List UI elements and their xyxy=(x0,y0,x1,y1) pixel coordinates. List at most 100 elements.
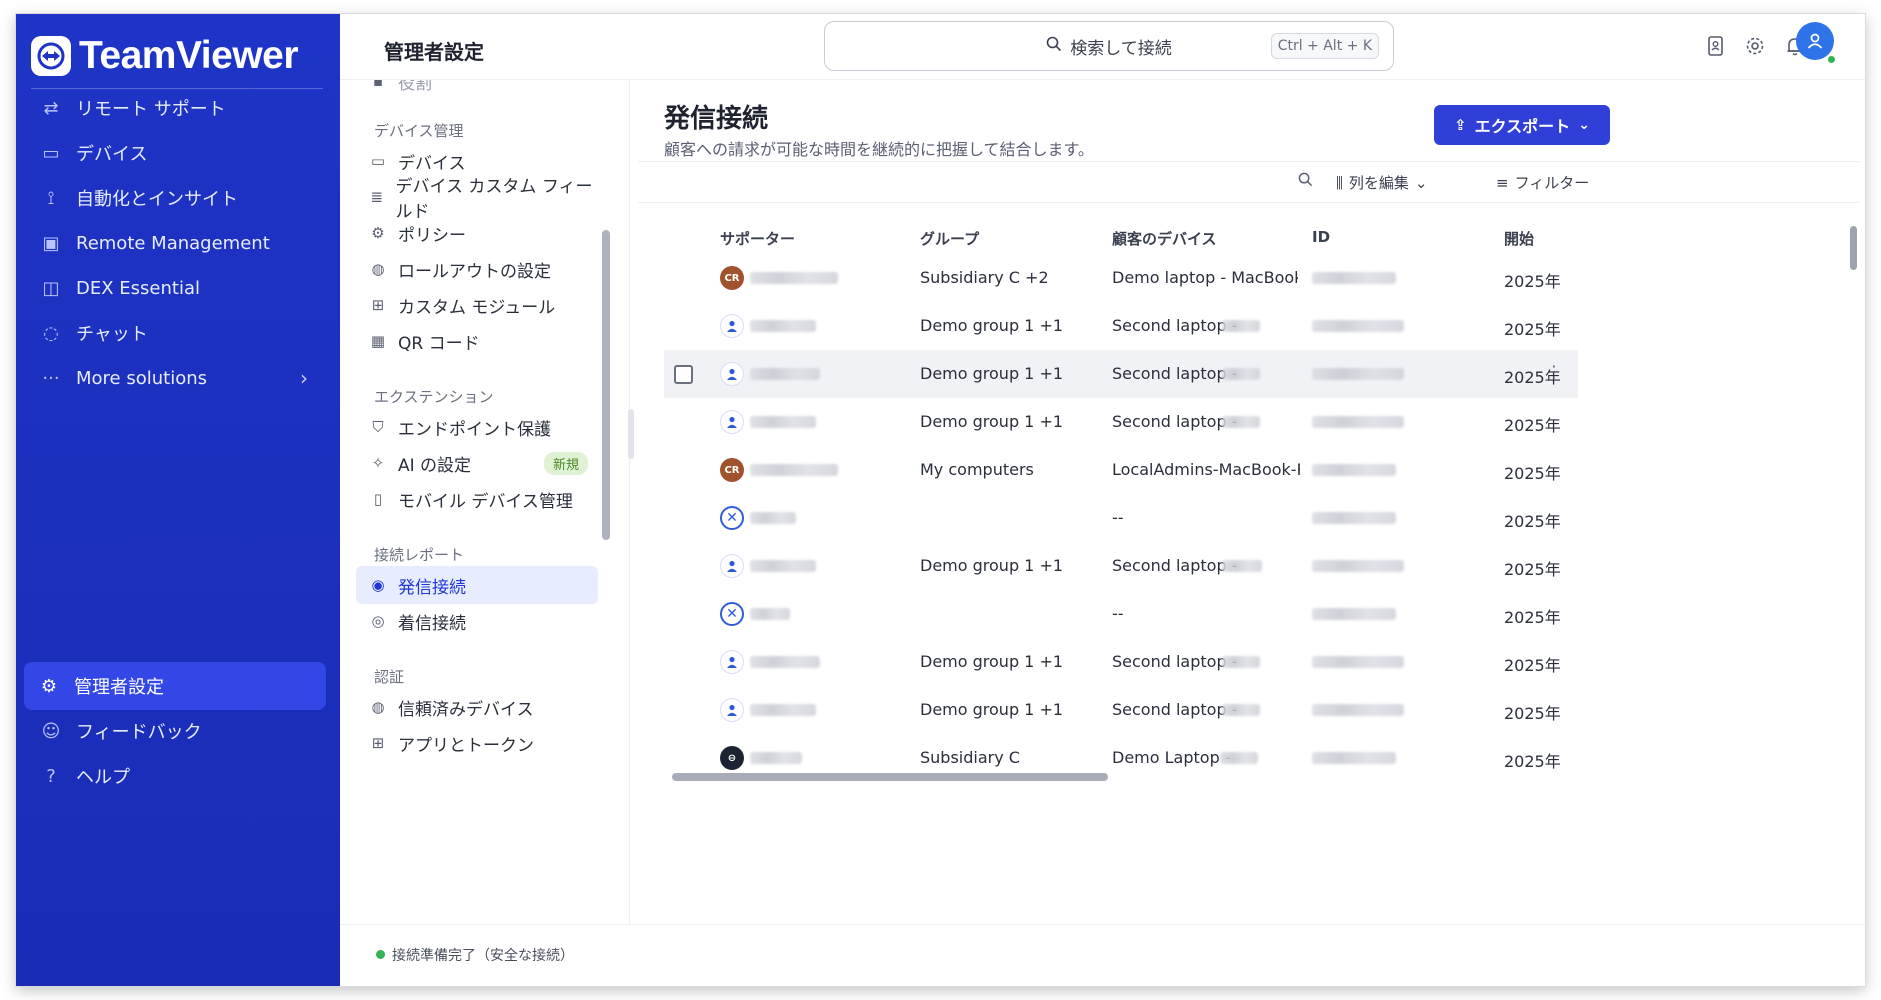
app-window: TeamViewer ⇄ リモート サポート ▭ デバイス ⟟ 自動化とインサイ… xyxy=(16,14,1865,986)
teamviewer-logo-icon xyxy=(31,36,71,76)
submenu-item-mdm[interactable]: ▯ モバイル デバイス管理 xyxy=(356,480,598,518)
start-cell: 2025年 xyxy=(1504,656,1561,675)
group-cell: Demo group 1 +1 xyxy=(920,652,1064,671)
search-input[interactable]: 検索して接続 Ctrl + Alt + K xyxy=(824,21,1394,71)
automation-icon: ⟟ xyxy=(47,187,55,209)
nav-admin-settings[interactable]: ⚙ 管理者設定 xyxy=(24,662,326,710)
divider xyxy=(638,202,1860,203)
redacted-id xyxy=(1312,560,1404,572)
table-row[interactable]: CR Subsidiary C +2 Demo laptop - MacBook… xyxy=(664,254,1578,302)
device-cell: Second laptop - xyxy=(1112,652,1238,671)
table-row[interactable]: Demo group 1 +1 Second laptop - 2025年 xyxy=(664,686,1578,734)
admin-settings-icon: ⚙ xyxy=(40,675,58,697)
gear-icon[interactable] xyxy=(1743,34,1767,58)
redacted-id xyxy=(1312,272,1396,284)
device-cell: LocalAdmins-MacBook-Pro.lc xyxy=(1112,460,1300,479)
new-badge: 新規 xyxy=(543,452,588,475)
filter-icon: ≡ xyxy=(1496,173,1509,192)
submenu-item-custom-fields[interactable]: ≣ デバイス カスタム フィールド xyxy=(356,177,598,222)
nav-automation[interactable]: ⟟ 自動化とインサイト xyxy=(26,174,324,222)
remote-management-icon: ▣ xyxy=(42,232,60,254)
filter-button[interactable]: ≡ フィルター xyxy=(1496,172,1589,193)
submenu-item-apps-tokens[interactable]: ⊞ アプリとトークン xyxy=(356,724,598,762)
group-cell: My computers xyxy=(920,460,1034,479)
submenu-item-roles[interactable]: ▪ 役割 xyxy=(356,80,598,100)
nav-feedback[interactable]: ☺ フィードバック xyxy=(26,707,324,755)
nav-help[interactable]: ? ヘルプ xyxy=(26,752,324,800)
table-row[interactable]: Demo group 1 +1 Second laptop - 2025年 xyxy=(664,638,1578,686)
search-icon xyxy=(1046,36,1062,56)
table-row[interactable]: Demo group 1 +1 Second laptop - 2025年 xyxy=(664,542,1578,590)
table-row[interactable]: ✕ -- 2025年 xyxy=(664,590,1578,638)
submenu-item-endpoint-protection[interactable]: ⛉ エンドポイント保護 xyxy=(356,408,598,446)
export-button[interactable]: ⇪ エクスポート ⌄ xyxy=(1434,105,1610,145)
content-subtitle: 顧客への請求が可能な時間を継続的に把握して結合します。 xyxy=(664,140,1094,159)
redacted-supporter xyxy=(750,752,802,764)
edit-columns-button[interactable]: ⫼ 列を編集 ⌄ xyxy=(1336,172,1428,193)
table-search-icon[interactable] xyxy=(1298,172,1313,191)
module-icon: ⊞ xyxy=(371,296,385,314)
submenu-item-ai-settings[interactable]: ✧ AI の設定 新規 xyxy=(356,444,598,482)
redacted-supporter xyxy=(750,464,838,476)
row-checkbox[interactable] xyxy=(674,365,693,384)
nav-label: フィードバック xyxy=(76,722,202,743)
more-vertical-icon[interactable]: ⋮ xyxy=(1546,362,1562,381)
redacted-device xyxy=(1222,320,1260,332)
contacts-icon[interactable] xyxy=(1704,34,1728,58)
submenu-label: QR コード xyxy=(398,333,480,354)
nav-label: リモート サポート xyxy=(76,99,226,120)
status-online-dot xyxy=(376,950,385,959)
submenu-item-outgoing-connections[interactable]: ◉ 発信接続 xyxy=(356,566,598,604)
submenu-item-trusted-devices[interactable]: ◍ 信頼済みデバイス xyxy=(356,688,598,726)
submenu-item-custom-modules[interactable]: ⊞ カスタム モジュール xyxy=(356,286,598,324)
column-header-start[interactable]: 開始 xyxy=(1504,228,1534,249)
chevron-right-icon: › xyxy=(300,366,308,390)
table-row[interactable]: Demo group 1 +1 Second laptop - 2025年 xyxy=(664,302,1578,350)
horizontal-scrollbar[interactable] xyxy=(672,773,1108,781)
user-avatar-icon xyxy=(720,698,744,722)
column-header-supporter[interactable]: サポーター xyxy=(720,228,795,249)
redacted-id xyxy=(1312,512,1396,524)
submenu-item-incoming-connections[interactable]: ◎ 着信接続 xyxy=(356,602,598,640)
devices-icon: ▭ xyxy=(370,152,386,170)
column-header-device[interactable]: 顧客のデバイス xyxy=(1112,228,1217,249)
table-row[interactable]: ✕ -- 2025年 xyxy=(664,494,1578,542)
table-row[interactable]: Demo group 1 +1 Second laptop - 2025年 ⋮ xyxy=(664,350,1578,398)
divider xyxy=(638,161,1860,162)
teamviewer-device-icon: ✕ xyxy=(720,602,744,626)
column-header-id[interactable]: ID xyxy=(1312,228,1330,246)
nav-remote-support[interactable]: ⇄ リモート サポート xyxy=(26,84,324,132)
redacted-id xyxy=(1312,416,1404,428)
submenu-item-policy[interactable]: ⚙ ポリシー xyxy=(356,214,598,252)
submenu-scrollbar[interactable] xyxy=(602,230,610,540)
nav-chat[interactable]: ◌ チャット xyxy=(26,309,324,357)
vertical-scrollbar[interactable] xyxy=(1850,226,1857,270)
submenu-item-qr-code[interactable]: ▦ QR コード xyxy=(356,322,598,360)
start-cell: 2025年 xyxy=(1504,752,1561,770)
table-row[interactable]: CR My computers LocalAdmins-MacBook-Pro.… xyxy=(664,446,1578,494)
redacted-id xyxy=(1312,320,1404,332)
nav-dex-essential[interactable]: ◫ DEX Essential xyxy=(26,264,324,312)
start-cell: 2025年 xyxy=(1504,320,1561,339)
page-title: 管理者設定 xyxy=(384,40,484,64)
start-cell: 2025年 xyxy=(1504,416,1561,435)
column-header-group[interactable]: グループ xyxy=(920,228,979,249)
submenu-label: 発信接続 xyxy=(398,577,466,598)
table-row[interactable]: ⊖ Subsidiary C Demo Laptop - 2025年 xyxy=(664,734,1578,770)
nav-remote-management[interactable]: ▣ Remote Management xyxy=(26,219,324,267)
submenu-item-rollout[interactable]: ◍ ロールアウトの設定 xyxy=(356,250,598,288)
nav-label: チャット xyxy=(76,324,148,345)
table-row[interactable]: Demo group 1 +1 Second laptop - 2025年 xyxy=(664,398,1578,446)
nav-more-solutions[interactable]: ··· More solutions › xyxy=(26,354,324,402)
brand-name: TeamViewer xyxy=(79,34,299,77)
teamviewer-logo[interactable]: TeamViewer xyxy=(31,34,299,78)
section-title: 接続レポート xyxy=(374,546,465,564)
redacted-supporter xyxy=(750,704,816,716)
user-avatar-icon xyxy=(720,362,744,386)
submenu-label: 信頼済みデバイス xyxy=(398,699,534,720)
device-cell: Second laptop - xyxy=(1112,316,1238,335)
submenu-label: 役割 xyxy=(398,80,432,94)
settings-submenu: ▪ 役割 デバイス管理 ▭ デバイス ≣ デバイス カスタム フィールド ⚙ ポ… xyxy=(340,80,630,924)
nav-devices[interactable]: ▭ デバイス xyxy=(26,129,324,177)
qr-code-icon: ▦ xyxy=(370,332,386,350)
